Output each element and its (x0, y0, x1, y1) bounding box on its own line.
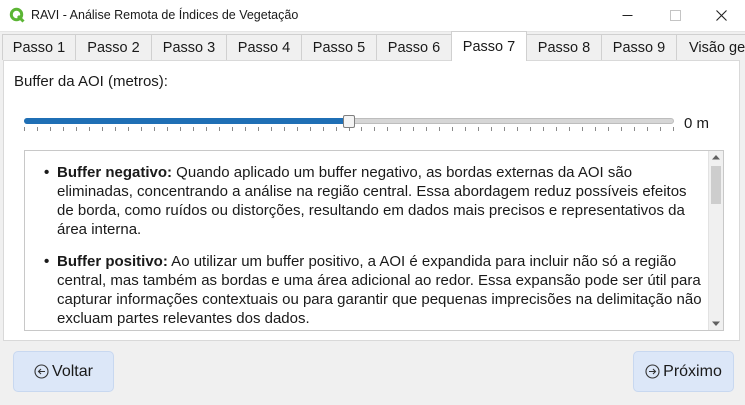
back-button-label: Voltar (52, 362, 93, 380)
buffer-label: Buffer da AOI (metros): (14, 73, 168, 90)
tab-visao-geral[interactable]: Visão ge (676, 34, 745, 60)
buffer-value: 0 m (684, 115, 710, 132)
close-icon (715, 10, 727, 21)
buffer-slider-fill (24, 118, 349, 124)
minimize-icon (622, 15, 632, 16)
window-title: RAVI - Análise Remota de Índices de Vege… (31, 8, 299, 22)
tab-passo-4[interactable]: Passo 4 (226, 34, 302, 60)
vertical-scrollbar[interactable] (708, 151, 723, 330)
tab-passo-1[interactable]: Passo 1 (2, 34, 76, 60)
scroll-down-arrow-icon[interactable] (712, 321, 720, 327)
scrollbar-thumb[interactable] (711, 166, 721, 204)
tab-passo-3[interactable]: Passo 3 (151, 34, 227, 60)
tab-passo-2[interactable]: Passo 2 (75, 34, 152, 60)
tab-passo-6[interactable]: Passo 6 (376, 34, 452, 60)
next-button-label: Próximo (663, 362, 722, 380)
next-button[interactable]: Próximo (633, 351, 734, 392)
circle-arrow-right-icon (645, 364, 660, 379)
item-heading: Buffer positivo: (57, 253, 168, 270)
maximize-icon (669, 10, 681, 21)
circle-arrow-left-icon (34, 364, 49, 379)
tab-passo-8[interactable]: Passo 8 (526, 34, 602, 60)
item-heading: Buffer negativo: (57, 164, 173, 181)
title-bar: RAVI - Análise Remota de Índices de Vege… (0, 0, 745, 32)
back-button[interactable]: Voltar (13, 351, 114, 392)
tab-passo-9[interactable]: Passo 9 (601, 34, 677, 60)
tab-panel: Buffer da AOI (metros): 0 m • Buffer nega… (3, 60, 740, 341)
tab-passo-7[interactable]: Passo 7 (451, 31, 527, 61)
qgis-logo-icon (9, 7, 25, 23)
maximize-button[interactable] (652, 0, 698, 31)
tab-bar: Passo 1 Passo 2 Passo 3 Passo 4 Passo 5 … (0, 31, 745, 61)
list-item-buffer-positivo: • Buffer positivo: Ao utilizar um buffer … (44, 252, 702, 328)
info-text-box[interactable]: • Buffer negativo: Quando aplicado um buf… (24, 150, 724, 331)
info-text-content: • Buffer negativo: Quando aplicado um buf… (25, 151, 709, 330)
list-item-buffer-negativo: • Buffer negativo: Quando aplicado um buf… (44, 163, 702, 239)
close-button[interactable] (698, 0, 744, 31)
tab-passo-5[interactable]: Passo 5 (301, 34, 377, 60)
bullet-icon: • (44, 253, 50, 270)
buffer-slider-handle[interactable] (343, 115, 355, 128)
minimize-button[interactable] (604, 0, 650, 31)
bullet-icon: • (44, 164, 50, 181)
scroll-up-arrow-icon[interactable] (712, 154, 720, 160)
